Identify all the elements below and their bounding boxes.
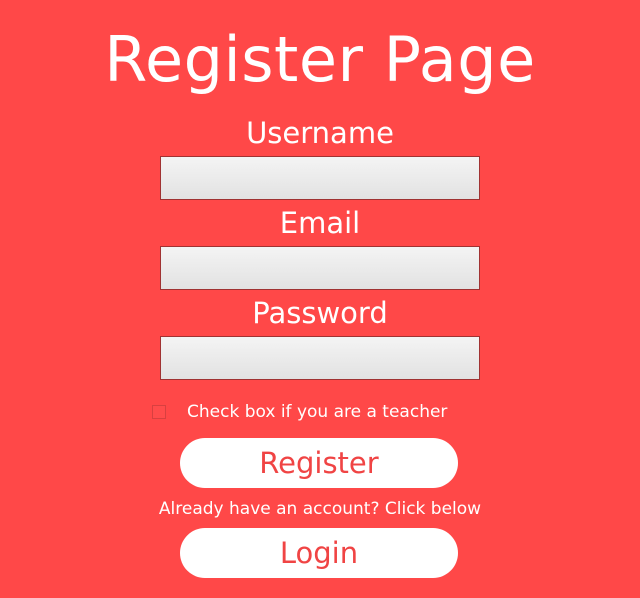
login-button[interactable]: Login: [180, 528, 458, 578]
register-page: Register Page Username Email Password Ch…: [0, 0, 640, 598]
password-input[interactable]: [160, 336, 480, 380]
login-note: Already have an account? Click below: [158, 499, 482, 519]
teacher-checkbox[interactable]: [152, 405, 166, 419]
password-label: Password: [252, 296, 388, 330]
teacher-checkbox-row: Check box if you are a teacher: [150, 398, 447, 426]
register-button[interactable]: Register: [180, 438, 458, 488]
username-input[interactable]: [160, 156, 480, 200]
email-input[interactable]: [160, 246, 480, 290]
username-label: Username: [246, 116, 394, 150]
page-title: Register Page: [104, 23, 536, 96]
teacher-checkbox-label: Check box if you are a teacher: [187, 402, 448, 422]
email-label: Email: [279, 206, 361, 240]
